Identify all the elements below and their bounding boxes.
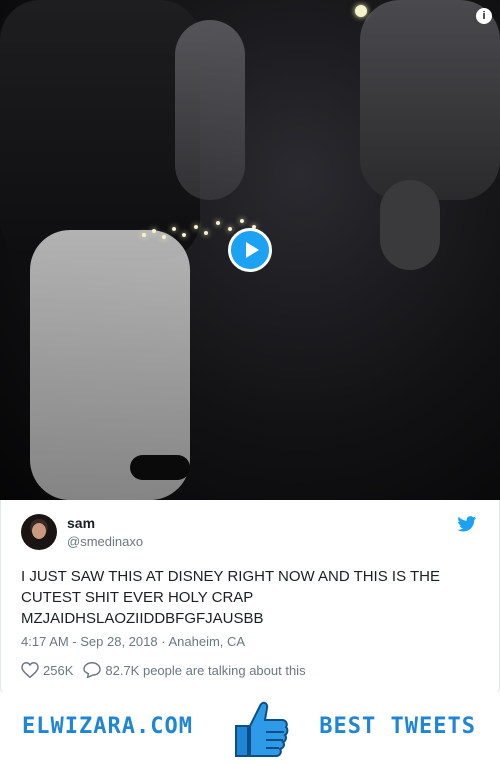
- video-frame-person-legs: [380, 180, 440, 270]
- heart-icon: [21, 662, 39, 678]
- conversation-link[interactable]: 82.7K people are talking about this: [83, 662, 306, 678]
- user-handle[interactable]: @smedinaxo: [67, 534, 143, 549]
- banner-site-name[interactable]: ELWIZARA.COM: [22, 714, 193, 739]
- like-button[interactable]: 256K: [21, 662, 73, 678]
- info-icon[interactable]: i: [476, 8, 492, 24]
- tweet-location[interactable]: Anaheim, CA: [168, 634, 245, 649]
- video-frame-shoe: [130, 455, 190, 480]
- tweet-actions: 256K 82.7K people are talking about this: [21, 662, 316, 678]
- video-frame-light: [355, 5, 367, 17]
- banner-tagline[interactable]: BEST TWEETS: [319, 714, 476, 739]
- video-frame-person-right: [360, 0, 500, 200]
- video-frame-person-center: [175, 20, 245, 200]
- display-name[interactable]: sam: [67, 515, 95, 531]
- avatar[interactable]: [21, 514, 57, 550]
- thumbs-up-icon: [235, 701, 289, 757]
- play-button[interactable]: [228, 228, 272, 272]
- tweet-text: I JUST SAW THIS AT DISNEY RIGHT NOW AND …: [21, 568, 440, 627]
- meta-separator: ·: [161, 634, 166, 649]
- tweet-time[interactable]: 4:17 AM - Sep 28, 2018: [21, 634, 158, 649]
- tweet-card: sam @smedinaxo I JUST SAW THIS AT DISNEY…: [0, 500, 500, 693]
- tweet-meta: 4:17 AM - Sep 28, 2018 · Anaheim, CA: [21, 634, 245, 649]
- like-count: 256K: [43, 662, 74, 678]
- video-player[interactable]: i: [0, 0, 500, 500]
- twitter-bird-icon[interactable]: [457, 516, 477, 537]
- conversation-text: 82.7K people are talking about this: [105, 662, 306, 678]
- play-icon: [245, 242, 259, 258]
- site-banner: ELWIZARA.COM BEST TWEETS: [0, 692, 500, 766]
- speech-bubble-icon: [83, 662, 102, 678]
